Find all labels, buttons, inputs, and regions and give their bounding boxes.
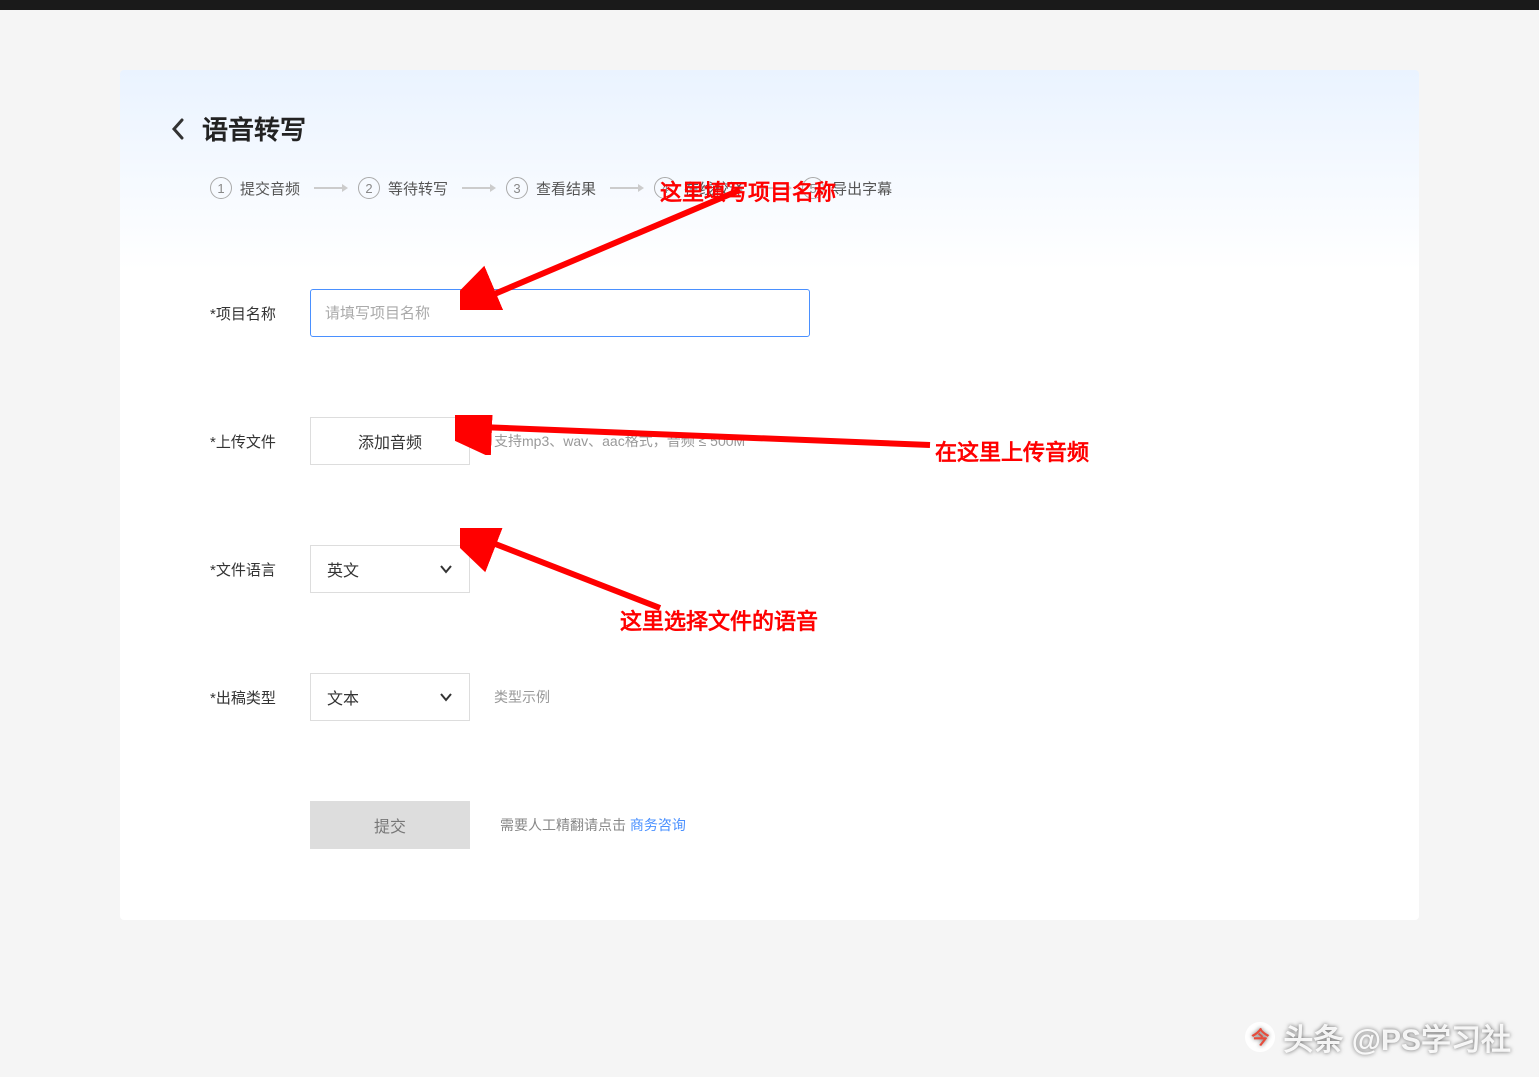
step-3: 3 查看结果 bbox=[506, 177, 596, 199]
step-1: 1 提交音频 bbox=[210, 177, 300, 199]
back-icon[interactable] bbox=[170, 118, 184, 140]
step-number: 3 bbox=[506, 177, 528, 199]
step-number: 4 bbox=[654, 177, 676, 199]
step-arrow-icon bbox=[462, 187, 492, 189]
project-name-label: *项目名称 bbox=[210, 303, 310, 324]
step-label: 查看结果 bbox=[536, 178, 596, 199]
output-type-selected: 文本 bbox=[327, 685, 359, 709]
step-arrow-icon bbox=[314, 187, 344, 189]
step-label: 在线校译 bbox=[684, 178, 744, 199]
language-label: *文件语言 bbox=[210, 559, 310, 580]
submit-button[interactable]: 提交 bbox=[310, 801, 470, 849]
steps-bar: 1 提交音频 2 等待转写 3 查看结果 4 在线校译 5 导出字幕 bbox=[210, 177, 1369, 199]
submit-hint: 需要人工精翻请点击 商务咨询 bbox=[500, 815, 686, 835]
step-label: 导出字幕 bbox=[832, 178, 892, 199]
step-4: 4 在线校译 bbox=[654, 177, 744, 199]
chevron-down-icon bbox=[439, 692, 453, 702]
watermark-logo-icon: 今 bbox=[1245, 1022, 1275, 1052]
upload-hint: 支持mp3、wav、aac格式，音频 ≤ 500M bbox=[494, 431, 745, 451]
step-2: 2 等待转写 bbox=[358, 177, 448, 199]
upload-label: *上传文件 bbox=[210, 431, 310, 452]
business-consult-link[interactable]: 商务咨询 bbox=[630, 817, 686, 833]
output-type-hint: 类型示例 bbox=[494, 687, 550, 707]
step-label: 提交音频 bbox=[240, 178, 300, 199]
add-audio-button[interactable]: 添加音频 bbox=[310, 417, 470, 465]
step-number: 5 bbox=[802, 177, 824, 199]
step-arrow-icon bbox=[758, 187, 788, 189]
project-name-input[interactable] bbox=[310, 289, 810, 337]
output-type-select[interactable]: 文本 bbox=[310, 673, 470, 721]
output-type-label: *出稿类型 bbox=[210, 687, 310, 708]
chevron-down-icon bbox=[439, 564, 453, 574]
step-arrow-icon bbox=[610, 187, 640, 189]
step-label: 等待转写 bbox=[388, 178, 448, 199]
step-number: 1 bbox=[210, 177, 232, 199]
top-bar bbox=[0, 0, 1539, 10]
main-card: 语音转写 1 提交音频 2 等待转写 3 查看结果 4 在线校译 bbox=[120, 70, 1419, 920]
step-5: 5 导出字幕 bbox=[802, 177, 892, 199]
step-number: 2 bbox=[358, 177, 380, 199]
language-selected: 英文 bbox=[327, 557, 359, 581]
watermark: 今 头条 @PS学习社 bbox=[1245, 1015, 1511, 1059]
page-title: 语音转写 bbox=[202, 110, 306, 147]
language-select[interactable]: 英文 bbox=[310, 545, 470, 593]
